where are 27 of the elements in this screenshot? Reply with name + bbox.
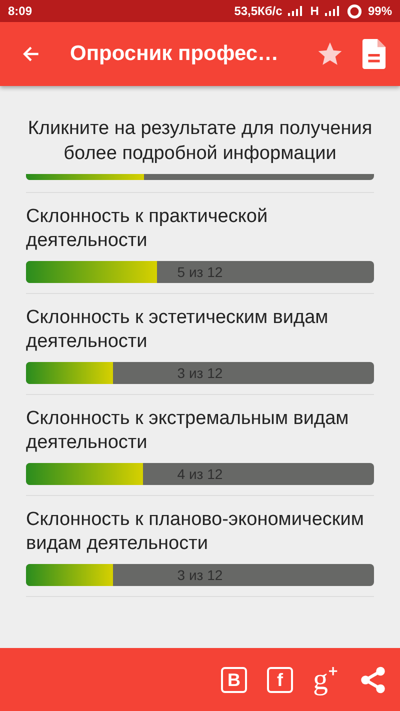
- social-button[interactable]: B: [221, 666, 247, 692]
- score-label: 3 из 12: [176, 364, 224, 383]
- share-icon[interactable]: [358, 664, 388, 694]
- score-label: 3 из 12: [176, 566, 224, 585]
- clock: 8:09: [8, 4, 32, 18]
- score-label: 5 из 12: [176, 263, 224, 282]
- star-icon[interactable]: [316, 40, 344, 68]
- battery-level: 99%: [368, 4, 392, 18]
- ring-icon: [346, 4, 362, 18]
- signal-icon: [288, 6, 304, 16]
- result-item[interactable]: Склонность к экстремальным видам деятельности 4 из 12: [26, 395, 374, 496]
- instruction-text: Кликните на результате для получения более подробной информации: [26, 117, 374, 166]
- network-speed: 53,5Кб/с: [234, 4, 282, 18]
- result-title: Склонность к практической деятельности: [26, 205, 269, 253]
- result-title: Склонность к экстремальным видам деятельности: [26, 407, 350, 455]
- document-icon[interactable]: [362, 39, 386, 69]
- result-item[interactable]: Склонность к практической деятельности 5 из 12: [26, 193, 374, 294]
- social-button[interactable]: f: [267, 666, 293, 692]
- score-label: 4 из 12: [176, 465, 224, 484]
- social-button[interactable]: g⁺: [313, 664, 338, 694]
- result-title: Склонность к планово-экономическим видам деятельности: [26, 508, 365, 556]
- signal-icon: [324, 6, 341, 16]
- result-item[interactable]: Склонность к планово-экономическим видам деятельности 3 из 12: [26, 496, 374, 597]
- toolbar-title: Опросник профес…: [70, 42, 280, 66]
- result-title: Склонность к эстетическим видам деятельности: [26, 306, 330, 354]
- network-type: H: [310, 4, 319, 18]
- result-item[interactable]: Склонность к эстетическим видам деятельности 3 из 12: [26, 294, 374, 395]
